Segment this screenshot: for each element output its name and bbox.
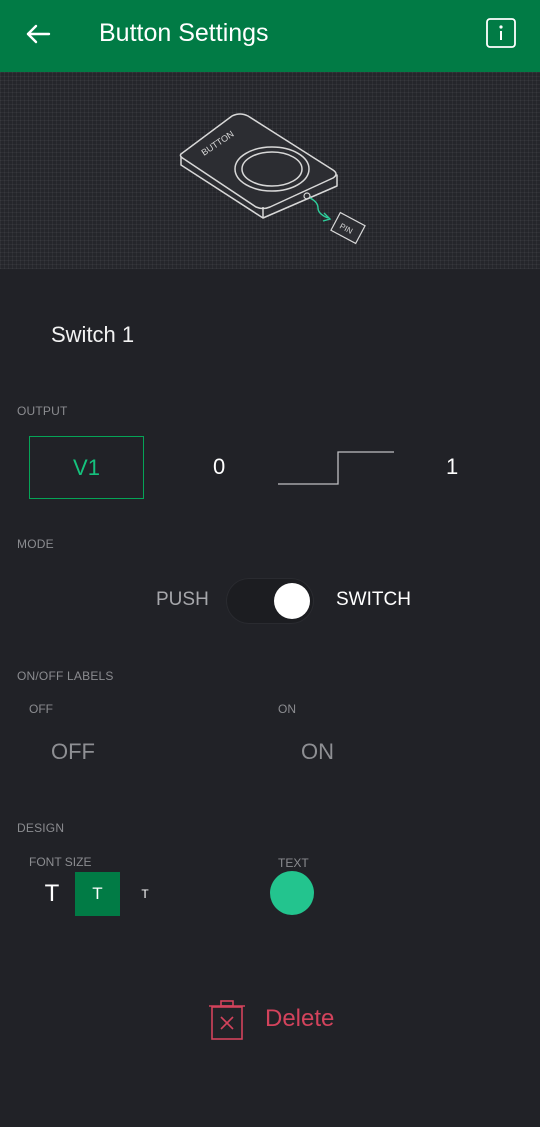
delete-button[interactable]: Delete <box>209 998 349 1042</box>
font-size-small-button[interactable]: T <box>130 872 160 916</box>
output-max-value[interactable]: 1 <box>446 454 458 480</box>
widget-preview: BUTTON PIN <box>0 72 540 269</box>
text-color-label: TEXT <box>278 856 309 870</box>
back-button[interactable] <box>22 18 56 52</box>
font-size-label: FONT SIZE <box>29 855 92 869</box>
step-graph-icon <box>278 451 394 485</box>
output-min-value[interactable]: 0 <box>213 454 225 480</box>
trash-icon <box>209 1000 245 1040</box>
arrow-left-icon <box>26 24 51 44</box>
info-button[interactable] <box>486 18 516 48</box>
pin-selector-button[interactable]: V1 <box>29 436 144 499</box>
pin-value: V1 <box>73 454 100 480</box>
mode-switch-option[interactable]: SWITCH <box>336 589 411 611</box>
design-section-label: DESIGN <box>17 821 65 835</box>
font-size-large-button[interactable]: T <box>34 872 70 916</box>
widget-name-input[interactable]: Switch 1 <box>51 322 134 348</box>
delete-label: Delete <box>265 1005 335 1032</box>
mode-section-label: MODE <box>17 537 54 551</box>
on-label-input[interactable]: ON <box>301 739 334 765</box>
toggle-knob <box>274 583 310 619</box>
page-title: Button Settings <box>99 19 269 47</box>
off-caption: OFF <box>29 702 53 716</box>
mode-toggle[interactable] <box>226 578 314 624</box>
on-caption: ON <box>278 702 296 716</box>
button-device-illustration: BUTTON PIN <box>179 113 366 245</box>
app-bar: Button Settings <box>0 0 540 72</box>
labels-section-label: ON/OFF LABELS <box>17 669 114 683</box>
info-icon <box>486 18 516 48</box>
mode-push-option[interactable]: PUSH <box>156 589 209 611</box>
font-size-medium-button[interactable]: T <box>75 872 120 916</box>
output-section-label: OUTPUT <box>17 404 68 418</box>
text-color-picker[interactable] <box>270 871 314 915</box>
off-label-input[interactable]: OFF <box>51 739 95 765</box>
